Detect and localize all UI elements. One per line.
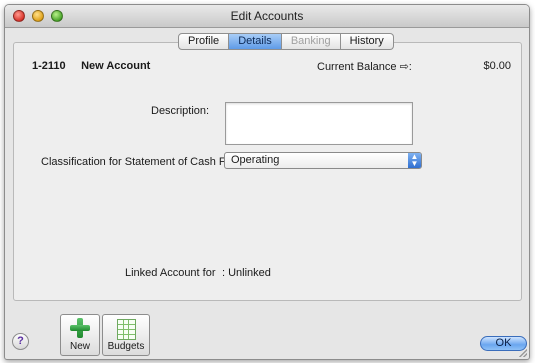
plus-icon [70,318,90,338]
description-field[interactable] [225,102,413,145]
tab-banking: Banking [281,33,341,50]
new-button[interactable]: New [60,314,100,356]
classification-select[interactable]: Operating ▲ ▼ [224,152,422,169]
arrow-right-icon[interactable]: ⇨ [400,61,409,73]
account-header: 1-2110 New Account [32,60,150,72]
window-title: Edit Accounts [230,9,304,23]
new-button-label: New [69,341,90,352]
title-bar: Edit Accounts [5,5,529,28]
tab-profile[interactable]: Profile [178,33,230,50]
account-name: New Account [81,60,151,72]
account-number: 1-2110 [32,60,66,72]
current-balance-value: $0.00 [483,60,511,72]
description-label: Description: [151,105,210,117]
tab-bar: Profile Details Banking History [178,33,394,50]
details-panel: 1-2110 New Account Current Balance ⇨: $0… [13,42,522,301]
tab-details[interactable]: Details [229,33,282,50]
linked-account-value: : Unlinked [222,267,271,279]
resize-grip[interactable] [519,349,527,357]
budgets-button[interactable]: Budgets [102,314,150,356]
help-icon[interactable]: ? [12,333,29,350]
linked-account-label: Linked Account for [125,267,216,279]
current-balance-text: Current Balance [317,61,397,73]
select-updown-icon: ▲ ▼ [408,153,421,168]
edit-accounts-window: Edit Accounts Profile Details Banking Hi… [4,4,530,360]
classification-value: Operating [231,154,280,166]
spreadsheet-icon [117,319,136,340]
current-balance-label: Current Balance ⇨: [317,60,412,73]
budgets-button-label: Budgets [107,341,145,352]
current-balance-colon: : [408,61,412,73]
tab-history[interactable]: History [340,33,394,50]
classification-label: Classification for Statement of Cash Flo… [41,156,251,168]
